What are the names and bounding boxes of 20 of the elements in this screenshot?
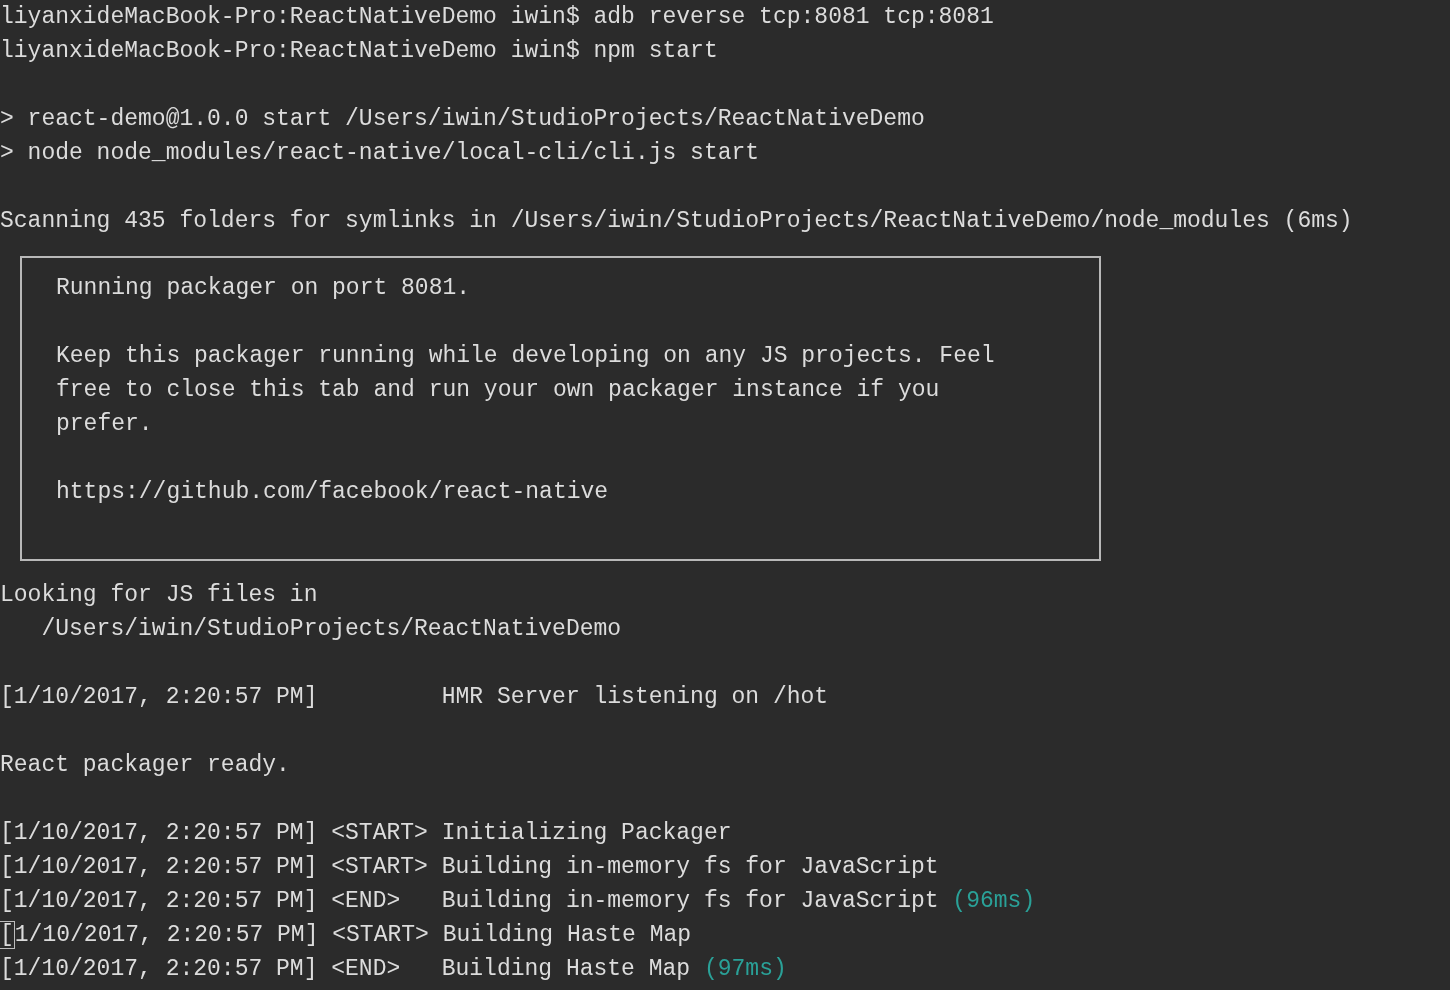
terminal-line: 1/10/2017, 2:20:57 PM] <START> Building Haste Map bbox=[14, 921, 692, 950]
terminal-line: [1/10/2017, 2:20:57 PM] <END> Building Haste Map (97ms) bbox=[0, 955, 787, 984]
terminal-line: [1/10/2017, 2:20:57 PM] <START> Initializing Packager bbox=[0, 819, 732, 848]
terminal-line: > node node_modules/react-native/local-cli/cli.js start bbox=[0, 139, 760, 168]
terminal-line: > react-demo@1.0.0 start /Users/iwin/StudioProjects/ReactNativeDemo bbox=[0, 105, 925, 134]
terminal-line: React packager ready. bbox=[0, 751, 290, 780]
terminal-line: /Users/iwin/StudioProjects/ReactNativeDemo bbox=[40, 615, 622, 644]
terminal-line: https://github.com/facebook/react-native bbox=[56, 479, 609, 505]
terminal-line: prefer. bbox=[56, 411, 153, 437]
terminal-line: Looking for JS files in bbox=[0, 581, 318, 610]
terminal-line: Keep this packager running while developing on any JS projects. Feel bbox=[56, 343, 995, 369]
terminal-line: [1/10/2017, 2:20:57 PM] HMR Server listening on /hot bbox=[0, 683, 829, 712]
text-cursor: [ bbox=[0, 921, 15, 949]
terminal-line: [1/10/2017, 2:20:57 PM] <END> Building in-memory fs for JavaScript (96ms) bbox=[0, 887, 1036, 916]
terminal-line: liyanxideMacBook-Pro:ReactNativeDemo iwin$ npm start bbox=[0, 37, 718, 66]
terminal-line: Running packager on port 8081. bbox=[56, 275, 471, 301]
terminal-line: Scanning 435 folders for symlinks in /Users/iwin/StudioProjects/ReactNativeDemo/node_modules (6ms) bbox=[0, 207, 1353, 236]
terminal-line: liyanxideMacBook-Pro:ReactNativeDemo iwin$ adb reverse tcp:8081 tcp:8081 bbox=[0, 3, 994, 32]
terminal-line: free to close this tab and run your own packager instance if you bbox=[56, 377, 940, 403]
terminal-line: [1/10/2017, 2:20:57 PM] <START> Building in-memory fs for JavaScript bbox=[0, 853, 939, 882]
